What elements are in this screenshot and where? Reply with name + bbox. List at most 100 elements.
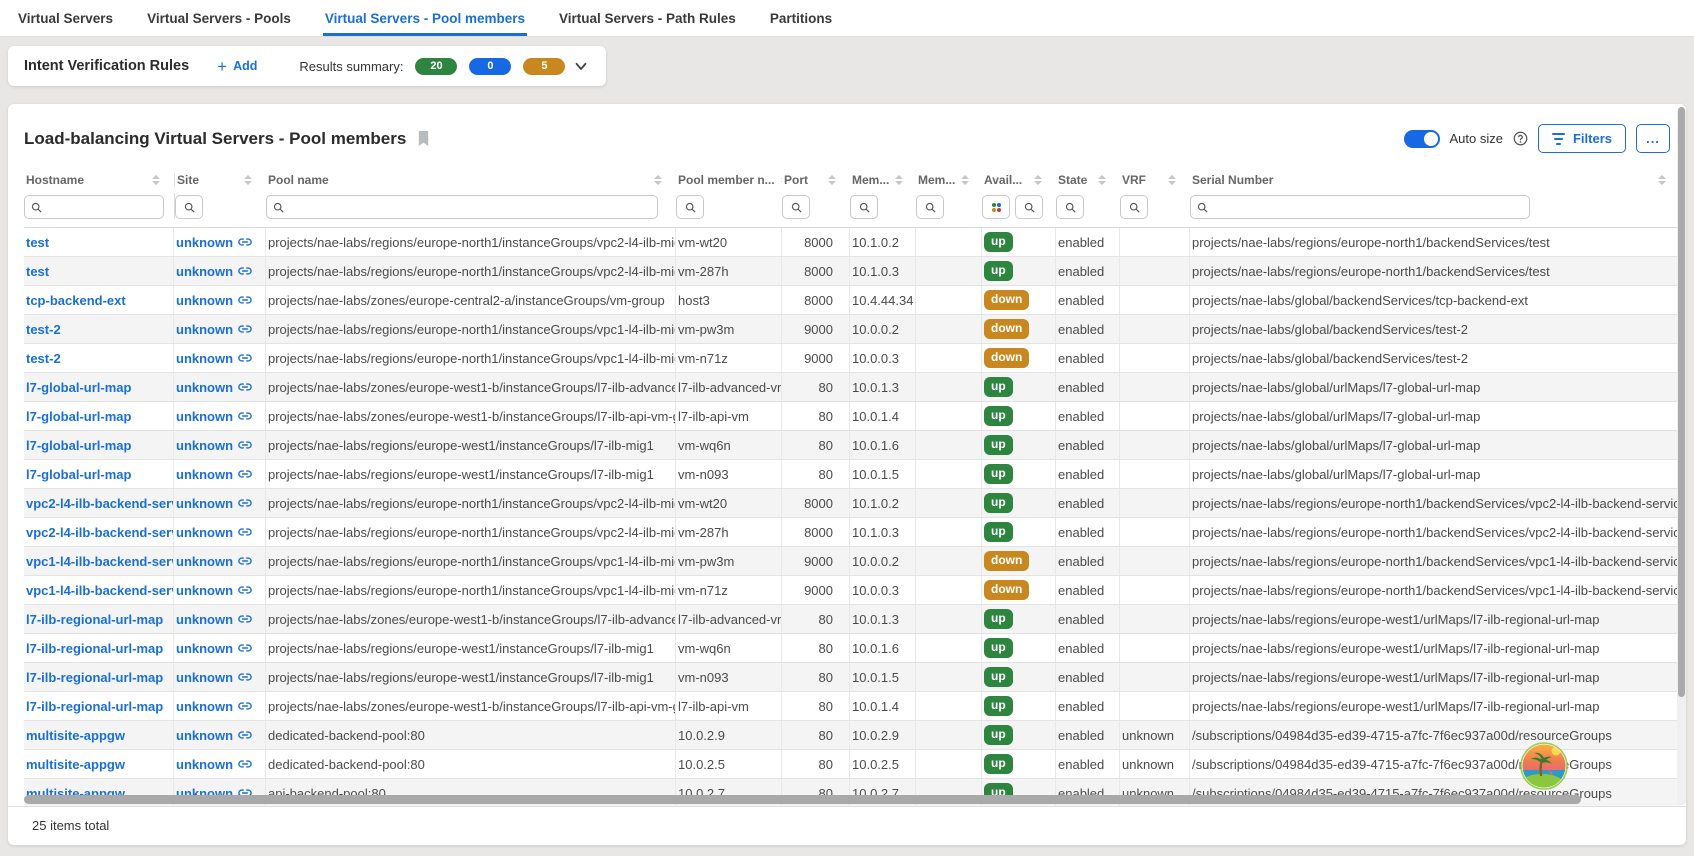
search-filter-hostname[interactable] <box>24 195 164 219</box>
pool-name-cell: projects/nae-labs/regions/europe-north1/… <box>266 315 676 343</box>
port-cell: 80 <box>782 750 850 778</box>
search-filter-serial-number[interactable] <box>1190 195 1530 219</box>
site-link[interactable]: unknown <box>176 728 233 743</box>
sort-icon[interactable] <box>654 175 662 185</box>
search-filter-port[interactable] <box>782 195 810 219</box>
site-link[interactable]: unknown <box>176 554 233 569</box>
hostname-link[interactable]: l7-ilb-regional-url-map <box>26 641 163 656</box>
sort-icon[interactable] <box>828 175 836 185</box>
hostname-link[interactable]: l7-global-url-map <box>26 409 131 424</box>
site-link[interactable]: unknown <box>176 612 233 627</box>
search-filter-vrf[interactable] <box>1120 195 1148 219</box>
site-link[interactable]: unknown <box>176 351 233 366</box>
search-input-pool-name[interactable] <box>285 200 652 214</box>
site-link[interactable]: unknown <box>176 699 233 714</box>
availability-badge: down <box>984 290 1029 310</box>
auto-size-toggle[interactable] <box>1404 130 1440 148</box>
column-header-state: State <box>1056 173 1120 187</box>
site-link[interactable]: unknown <box>176 409 233 424</box>
hostname-link[interactable]: tcp-backend-ext <box>26 293 126 308</box>
site-link[interactable]: unknown <box>176 467 233 482</box>
search-input-hostname[interactable] <box>43 200 158 214</box>
search-filter-pool-name[interactable] <box>266 195 658 219</box>
site-link[interactable]: unknown <box>176 670 233 685</box>
sort-icon[interactable] <box>1098 175 1106 185</box>
summary-badge-info-count[interactable]: 0 <box>469 58 511 75</box>
hostname-link[interactable]: test <box>26 264 49 279</box>
hostname-link[interactable]: l7-global-url-map <box>26 467 131 482</box>
search-filter-mem[interactable] <box>916 195 944 219</box>
link-icon <box>238 438 252 452</box>
more-actions-button[interactable]: ... <box>1636 124 1670 153</box>
hostname-link[interactable]: test-2 <box>26 351 61 366</box>
hostname-link[interactable]: vpc1-l4-ilb-backend-service <box>26 554 174 569</box>
hostname-link[interactable]: l7-ilb-regional-url-map <box>26 612 163 627</box>
hostname-link[interactable]: l7-ilb-regional-url-map <box>26 670 163 685</box>
tab-virtual-servers-pool-members[interactable]: Virtual Servers - Pool members <box>323 0 527 36</box>
sort-icon[interactable] <box>1168 175 1176 185</box>
site-link[interactable]: unknown <box>176 641 233 656</box>
link-icon <box>238 612 252 626</box>
sort-icon[interactable] <box>1658 175 1666 185</box>
serial-number-cell: projects/nae-labs/global/backendServices… <box>1190 315 1680 343</box>
site-link[interactable]: unknown <box>176 757 233 772</box>
search-filter-site[interactable] <box>175 195 203 219</box>
vertical-scrollbar[interactable] <box>1677 107 1686 805</box>
help-icon[interactable] <box>1513 131 1528 146</box>
search-filter-pool-member-n[interactable] <box>676 195 704 219</box>
filters-button[interactable]: Filters <box>1538 124 1626 153</box>
pool-name-cell: projects/nae-labs/zones/europe-west1-b/i… <box>266 373 676 401</box>
hostname-link[interactable]: test <box>26 235 49 250</box>
column-header-serial-number: Serial Number <box>1190 173 1680 187</box>
tab-virtual-servers-path-rules[interactable]: Virtual Servers - Path Rules <box>557 0 738 36</box>
sort-icon[interactable] <box>1034 175 1042 185</box>
hostname-link[interactable]: vpc2-l4-ilb-backend-service <box>26 525 174 540</box>
hostname-link[interactable]: l7-ilb-regional-url-map <box>26 699 163 714</box>
pool-name-cell: projects/nae-labs/regions/europe-north1/… <box>266 547 676 575</box>
hostname-link[interactable]: l7-global-url-map <box>26 380 131 395</box>
site-link[interactable]: unknown <box>176 293 233 308</box>
site-link[interactable]: unknown <box>176 525 233 540</box>
site-link[interactable]: unknown <box>176 322 233 337</box>
site-link[interactable]: unknown <box>176 583 233 598</box>
horizontal-scrollbar-thumb[interactable] <box>24 795 1581 804</box>
search-filter-state[interactable] <box>1056 195 1084 219</box>
bookmark-icon[interactable] <box>416 130 431 147</box>
site-link[interactable]: unknown <box>176 380 233 395</box>
sort-icon[interactable] <box>961 175 969 185</box>
search-input-serial-number[interactable] <box>1209 200 1524 214</box>
hostname-link[interactable]: vpc2-l4-ilb-backend-service <box>26 496 174 511</box>
port-cell: 9000 <box>782 315 850 343</box>
summary-badge-passed-count[interactable]: 20 <box>415 58 457 75</box>
summary-badge-failed-count[interactable]: 5 <box>523 58 565 75</box>
hostname-link[interactable]: l7-global-url-map <box>26 438 131 453</box>
availability-badge: up <box>984 493 1013 513</box>
sort-icon[interactable] <box>895 175 903 185</box>
vertical-scrollbar-thumb[interactable] <box>1678 107 1685 697</box>
add-rule-button[interactable]: + Add <box>217 58 257 75</box>
hostname-link[interactable]: test-2 <box>26 322 61 337</box>
availability-legend-button[interactable] <box>982 195 1010 219</box>
hostname-link[interactable]: multisite-appgw <box>26 728 125 743</box>
chevron-down-icon[interactable] <box>572 57 590 75</box>
search-filter-mem[interactable] <box>850 195 878 219</box>
state-cell: enabled <box>1056 750 1120 778</box>
tab-virtual-servers-pools[interactable]: Virtual Servers - Pools <box>145 0 293 36</box>
horizontal-scrollbar[interactable] <box>24 795 1680 804</box>
sort-icon[interactable] <box>152 175 160 185</box>
sort-icon[interactable] <box>244 175 252 185</box>
tab-partitions[interactable]: Partitions <box>768 0 834 36</box>
site-link[interactable]: unknown <box>176 438 233 453</box>
site-link[interactable]: unknown <box>176 264 233 279</box>
site-cell: unknown <box>174 228 266 256</box>
hostname-link[interactable]: vpc1-l4-ilb-backend-service <box>26 583 174 598</box>
serial-number-cell: projects/nae-labs/regions/europe-north1/… <box>1190 518 1680 546</box>
state-cell: enabled <box>1056 663 1120 691</box>
member-address-cell: 10.0.1.5 <box>850 460 916 488</box>
site-link[interactable]: unknown <box>176 235 233 250</box>
search-filter-avail[interactable] <box>1015 195 1043 219</box>
tab-virtual-servers[interactable]: Virtual Servers <box>16 0 115 36</box>
availability-cell: up <box>982 460 1056 488</box>
site-link[interactable]: unknown <box>176 496 233 511</box>
hostname-link[interactable]: multisite-appgw <box>26 757 125 772</box>
